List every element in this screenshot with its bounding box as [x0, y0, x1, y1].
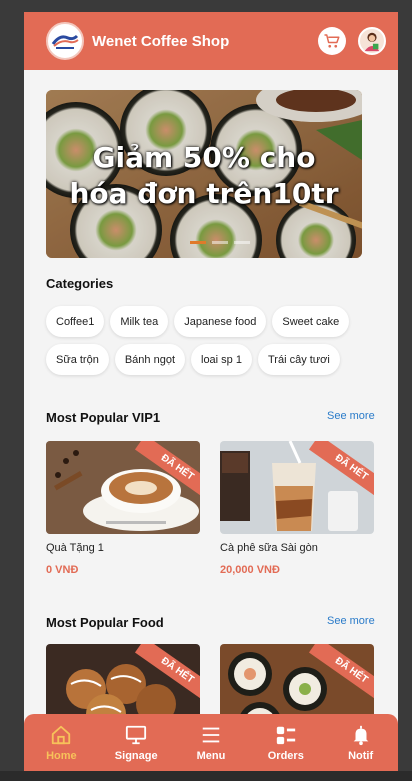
nav-item-menu[interactable]: Menu	[174, 714, 249, 771]
food-see-more-link[interactable]: See more	[327, 615, 375, 627]
nav-item-home[interactable]: Home	[24, 714, 99, 771]
product-name: Cà phê sữa Sài gòn	[220, 542, 318, 554]
product-image: ĐÃ HẾT	[46, 441, 200, 534]
category-chip[interactable]: Japanese food	[174, 306, 267, 337]
product-name: Quà Tặng 1	[46, 542, 104, 554]
nav-item-notif[interactable]: Notif	[323, 714, 398, 771]
cart-button[interactable]	[318, 27, 346, 55]
banner-headline: Giảm 50% cho hóa đơn trên10tr	[46, 140, 362, 212]
category-list: Coffee1 Milk tea Japanese food Sweet cak…	[46, 306, 376, 375]
main-content[interactable]: Giảm 50% cho hóa đơn trên10tr Categories…	[24, 70, 398, 714]
banner-line-1: Giảm 50% cho	[92, 141, 316, 174]
user-avatar[interactable]	[358, 27, 386, 55]
nav-label: Orders	[267, 750, 304, 762]
cart-icon	[324, 34, 340, 48]
product-price: 0 VNĐ	[46, 564, 79, 576]
avatar-icon	[364, 32, 380, 52]
category-chip[interactable]: Sweet cake	[272, 306, 350, 337]
nav-item-signage[interactable]: Signage	[99, 714, 174, 771]
banner-dot[interactable]	[190, 241, 206, 244]
food-section-title: Most Popular Food	[46, 615, 164, 630]
browser-top-strip	[0, 0, 412, 12]
category-chip[interactable]: Bánh ngọt	[114, 344, 185, 375]
nav-label: Signage	[114, 750, 158, 762]
nav-label: Notif	[348, 750, 374, 762]
categories-title: Categories	[46, 276, 114, 291]
banner-line-2: hóa đơn trên10tr	[69, 177, 339, 210]
home-icon	[50, 723, 72, 747]
nav-label: Home	[46, 750, 77, 762]
orders-icon	[275, 723, 297, 747]
shop-logo[interactable]	[46, 22, 84, 60]
shop-name: Wenet Coffee Shop	[92, 32, 230, 50]
bottom-navigation: Home Signage Menu Orders Notif	[24, 714, 398, 771]
bell-icon	[350, 723, 372, 747]
product-card[interactable]: ĐÃ HẾT Cà phê sữa Sài gòn 20,000 VNĐ	[220, 441, 374, 576]
category-chip[interactable]: Trái cây tươi	[257, 344, 340, 375]
product-image: ĐÃ HẾT	[46, 644, 200, 714]
product-image: ĐÃ HẾT	[220, 644, 374, 714]
category-chip[interactable]: Sữa trộn	[46, 344, 109, 375]
monitor-icon	[125, 723, 147, 747]
banner-dot[interactable]	[212, 241, 228, 244]
device-bottom-strip	[0, 771, 412, 781]
nav-label: Menu	[196, 750, 226, 762]
banner-dot[interactable]	[234, 241, 250, 244]
nav-item-orders[interactable]: Orders	[248, 714, 323, 771]
product-card[interactable]: ĐÃ HẾT	[220, 644, 374, 714]
category-chip[interactable]: loai sp 1	[191, 344, 252, 375]
menu-icon	[200, 723, 222, 747]
app-frame: Wenet Coffee Shop Giảm 50% cho hóa đơn t…	[24, 12, 398, 771]
product-card[interactable]: ĐÃ HẾT Quà Tặng 1 0 VNĐ	[46, 441, 200, 576]
promo-banner[interactable]: Giảm 50% cho hóa đơn trên10tr	[46, 90, 362, 258]
product-price: 20,000 VNĐ	[220, 564, 280, 576]
product-card[interactable]: ĐÃ HẾT	[46, 644, 200, 714]
banner-pagination	[190, 241, 250, 244]
app-header: Wenet Coffee Shop	[24, 12, 398, 70]
vip-see-more-link[interactable]: See more	[327, 410, 375, 422]
category-chip[interactable]: Milk tea	[110, 306, 169, 337]
vip-section-title: Most Popular VIP1	[46, 410, 161, 425]
category-chip[interactable]: Coffee1	[46, 306, 105, 337]
product-image: ĐÃ HẾT	[220, 441, 374, 534]
